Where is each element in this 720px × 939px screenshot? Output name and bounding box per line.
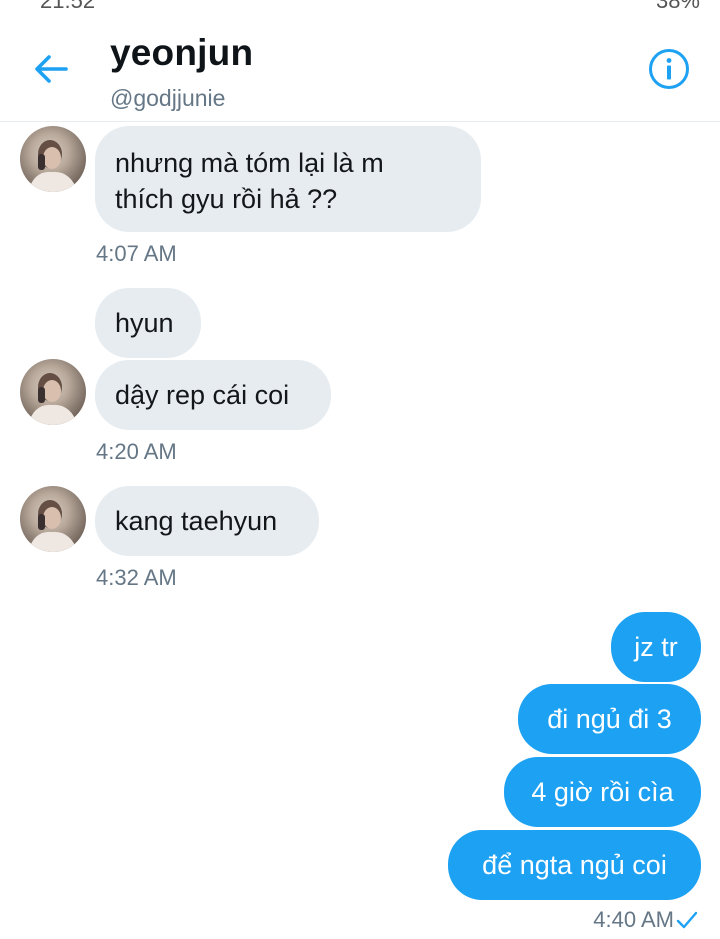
- outgoing-message[interactable]: 4 giờ rồi cìa: [504, 757, 701, 827]
- avatar[interactable]: [20, 126, 86, 192]
- message-text: 4 giờ rồi cìa: [531, 777, 674, 807]
- message-timestamp: 4:20 AM: [96, 439, 177, 464]
- avatar-photo: [28, 140, 78, 192]
- message-text: dậy rep cái coi: [115, 380, 290, 410]
- checkmark-icon: [676, 911, 698, 929]
- message-timestamp: 4:32 AM: [96, 565, 177, 590]
- info-icon: [649, 49, 689, 89]
- avatar-photo: [28, 500, 78, 552]
- conversation-header: yeonjun @godjjunie: [0, 0, 720, 122]
- incoming-message[interactable]: nhưng mà tóm lại là m thích gyu rồi hả ?…: [95, 126, 481, 232]
- conversation-title[interactable]: yeonjun: [110, 32, 253, 74]
- avatar-photo: [28, 373, 78, 425]
- message-text: đi ngủ đi 3: [547, 704, 672, 734]
- message-timestamp: 4:40 AM: [593, 907, 674, 932]
- message-line: thích gyu rồi hả ??: [115, 184, 338, 214]
- incoming-message[interactable]: hyun: [95, 288, 201, 358]
- message-text: kang taehyun: [115, 506, 278, 536]
- message-text: hyun: [115, 308, 174, 338]
- outgoing-message[interactable]: jz tr: [611, 612, 701, 682]
- outgoing-message[interactable]: đi ngủ đi 3: [518, 684, 701, 754]
- avatar[interactable]: [20, 486, 86, 552]
- message-text: để ngta ngủ coi: [482, 850, 667, 880]
- message-timestamp-row: 4:40 AM: [593, 907, 698, 933]
- info-button[interactable]: [648, 48, 690, 90]
- outgoing-message[interactable]: để ngta ngủ coi: [448, 830, 701, 900]
- user-handle[interactable]: @godjjunie: [110, 85, 225, 112]
- message-text: jz tr: [634, 632, 678, 662]
- incoming-message[interactable]: kang taehyun: [95, 486, 319, 556]
- message-line: nhưng mà tóm lại là m: [115, 148, 384, 178]
- arrow-left-icon: [35, 55, 68, 83]
- back-button[interactable]: [30, 50, 70, 88]
- incoming-message[interactable]: dậy rep cái coi: [95, 360, 331, 430]
- avatar[interactable]: [20, 359, 86, 425]
- message-timestamp: 4:07 AM: [96, 241, 177, 266]
